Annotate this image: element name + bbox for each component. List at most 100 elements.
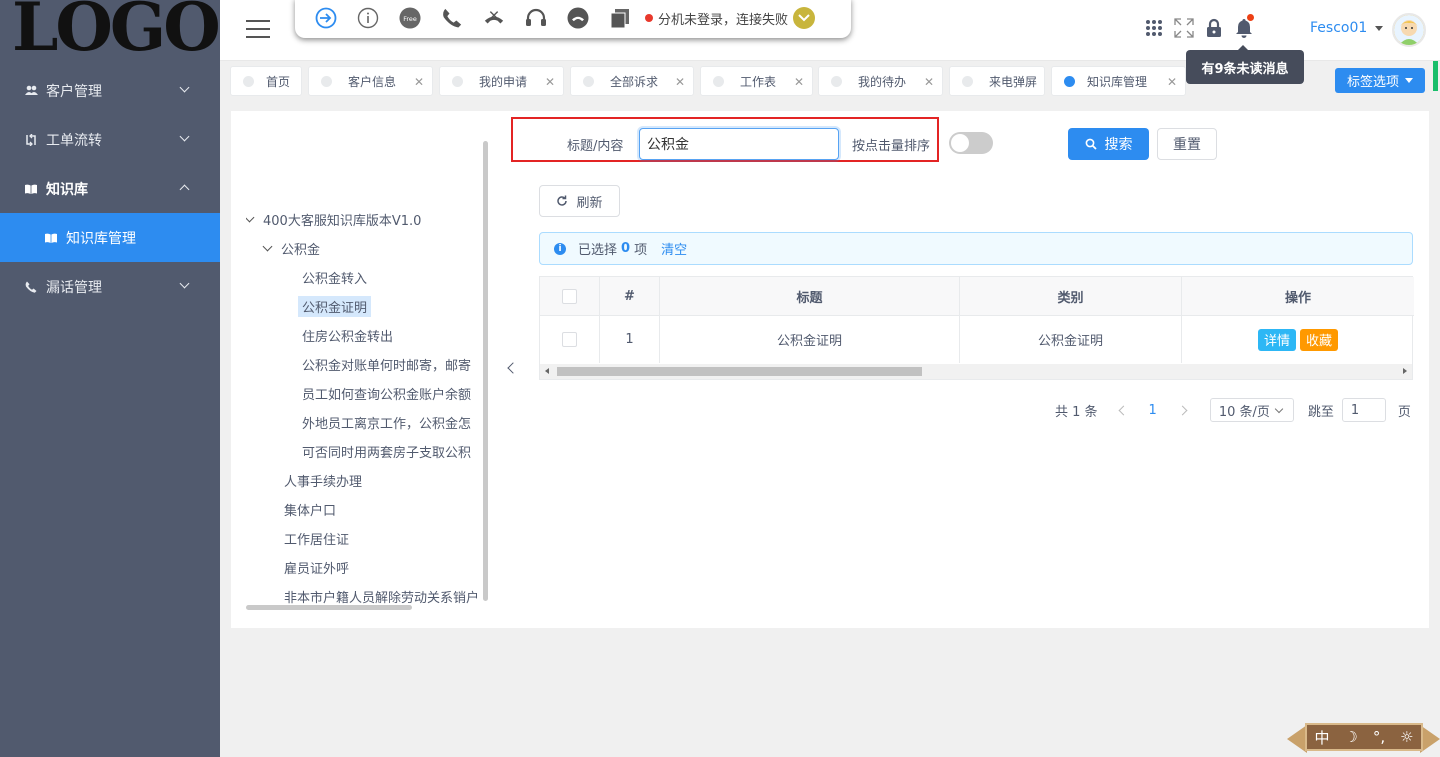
- headset-icon[interactable]: [525, 7, 547, 29]
- phone-icon[interactable]: [441, 7, 463, 29]
- login-icon[interactable]: [315, 7, 337, 29]
- tree-node-root[interactable]: 400大客服知识库版本V1.0: [246, 205, 486, 234]
- search-button[interactable]: 搜索: [1068, 128, 1149, 160]
- tree-vertical-scrollbar[interactable]: [483, 141, 488, 601]
- alert-prefix: 已选择: [578, 243, 618, 258]
- select-all-header: [540, 277, 600, 316]
- user-menu[interactable]: Fesco01: [1310, 20, 1384, 36]
- avatar[interactable]: [1392, 13, 1426, 47]
- alert-suffix: 项: [634, 243, 648, 258]
- next-page-icon[interactable]: [1177, 405, 1188, 415]
- scroll-right-icon[interactable]: [1403, 368, 1407, 374]
- search-input[interactable]: [639, 128, 839, 160]
- prev-page-icon[interactable]: [1118, 405, 1128, 415]
- chevron-down-icon[interactable]: [246, 212, 255, 223]
- tree-node[interactable]: 集体户口: [246, 495, 486, 524]
- tree-node-fund[interactable]: 公积金: [246, 234, 486, 263]
- tab-all-requests[interactable]: 全部诉求 ✕: [570, 66, 694, 96]
- tab-my-todo[interactable]: 我的待办 ✕: [818, 66, 943, 96]
- jump-label: 跳至: [1307, 404, 1334, 420]
- punctuation-icon[interactable]: °,: [1373, 728, 1385, 746]
- reset-button[interactable]: 重置: [1157, 128, 1217, 160]
- book-icon: [24, 182, 38, 196]
- close-icon[interactable]: ✕: [675, 75, 685, 89]
- scroll-left-icon[interactable]: [545, 368, 549, 374]
- tree-node[interactable]: 外地员工离京工作，公积金怎: [246, 408, 486, 437]
- table-horizontal-scrollbar[interactable]: [540, 364, 1412, 379]
- ime-chinese-icon[interactable]: 中: [1314, 727, 1329, 748]
- scroll-thumb[interactable]: [557, 367, 922, 376]
- apps-grid-icon[interactable]: [1144, 18, 1164, 38]
- chevron-up-icon: [179, 184, 190, 195]
- tab-customer-info[interactable]: 客户信息 ✕: [308, 66, 433, 96]
- tree-node-selected[interactable]: 公积金证明: [246, 292, 486, 321]
- tree-node[interactable]: 公积金转入: [246, 263, 486, 292]
- select-all-checkbox[interactable]: [562, 288, 577, 304]
- settings-icon[interactable]: ☼: [1400, 728, 1413, 746]
- tree-node-label: 集体户口: [284, 504, 337, 519]
- free-icon[interactable]: Free: [399, 7, 421, 29]
- hangup-icon[interactable]: [567, 7, 589, 29]
- tab-label: 全部诉求: [610, 74, 659, 89]
- chevron-down-icon[interactable]: [262, 241, 273, 252]
- copy-icon[interactable]: [609, 7, 631, 29]
- close-icon[interactable]: ✕: [414, 75, 424, 89]
- tree-node[interactable]: 公积金对账单何时邮寄，邮寄: [246, 350, 486, 379]
- sidebar-item-missed-calls[interactable]: 漏话管理: [0, 262, 220, 311]
- jump-input[interactable]: 1: [1341, 398, 1386, 422]
- sidebar-item-knowledge[interactable]: 知识库: [0, 164, 220, 213]
- menu-toggle-icon[interactable]: [246, 20, 270, 38]
- input-method-widget[interactable]: 中 ☽ °, ☼: [1287, 721, 1440, 757]
- tab-options-button[interactable]: 标签选项: [1335, 68, 1425, 93]
- status-indicator: [645, 14, 653, 22]
- clear-selection-link[interactable]: 清空: [661, 239, 687, 258]
- tab-dot-active: [1064, 75, 1075, 87]
- refresh-button[interactable]: 刷新: [539, 185, 620, 217]
- toggle-knob: [951, 134, 969, 152]
- chevron-down-icon: [179, 278, 190, 289]
- fullscreen-icon[interactable]: [1174, 18, 1194, 38]
- lock-icon[interactable]: [1204, 18, 1224, 38]
- tree-node[interactable]: 可否同时用两套房子支取公积: [246, 437, 486, 466]
- bell-icon[interactable]: [1234, 14, 1254, 38]
- tab-knowledge-manage[interactable]: 知识库管理 ✕: [1051, 66, 1186, 96]
- tree-node[interactable]: 工作居住证: [246, 524, 486, 553]
- close-icon[interactable]: ✕: [794, 75, 804, 89]
- info-icon[interactable]: [357, 7, 379, 29]
- tree-node[interactable]: 雇员证外呼: [246, 553, 486, 582]
- search-label: 标题/内容: [567, 139, 624, 154]
- sidebar-item-label: 工单流转: [46, 132, 102, 149]
- close-icon[interactable]: ✕: [924, 75, 934, 89]
- tree-node-label: 公积金转入: [302, 272, 368, 287]
- close-icon[interactable]: ✕: [1167, 75, 1177, 89]
- collapse-panel-icon[interactable]: [507, 362, 519, 374]
- tree-node[interactable]: 员工如何查询公积金账户余额: [246, 379, 486, 408]
- page-number[interactable]: 1: [1149, 403, 1157, 418]
- favorite-button[interactable]: 收藏: [1300, 328, 1339, 351]
- tab-incoming-call[interactable]: 来电弹屏: [949, 66, 1045, 96]
- detail-button[interactable]: 详情: [1257, 328, 1296, 351]
- row-checkbox[interactable]: [562, 332, 577, 347]
- row-actions: 详情 收藏: [1182, 316, 1414, 363]
- chevron-down-icon[interactable]: [793, 7, 816, 29]
- sidebar-item-workorder[interactable]: 工单流转: [0, 115, 220, 164]
- user-name: Fesco01: [1310, 20, 1368, 36]
- tab-my-applications[interactable]: 我的申请 ✕: [439, 66, 564, 96]
- page-size-select[interactable]: 10 条/页: [1209, 398, 1294, 422]
- tree-horizontal-scrollbar[interactable]: [246, 605, 412, 610]
- tab-label: 我的申请: [479, 74, 528, 89]
- tab-worksheet[interactable]: 工作表 ✕: [700, 66, 813, 96]
- transfer-call-icon[interactable]: [483, 7, 505, 29]
- tree-node[interactable]: 人事手续办理: [246, 466, 486, 495]
- tab-home[interactable]: 首页: [230, 66, 302, 96]
- moon-icon[interactable]: ☽: [1344, 728, 1357, 746]
- row-title: 公积金证明: [660, 316, 960, 363]
- phone-icon: [24, 280, 38, 294]
- tree-node[interactable]: 住房公积金转出: [246, 321, 486, 350]
- info-icon: i: [554, 242, 566, 255]
- sidebar-item-knowledge-manage[interactable]: 知识库管理: [0, 213, 220, 262]
- tree-node-label: 雇员证外呼: [284, 562, 350, 577]
- close-icon[interactable]: ✕: [545, 75, 555, 89]
- sidebar-item-customer[interactable]: 客户管理: [0, 66, 220, 115]
- sort-by-clicks-toggle[interactable]: [949, 132, 993, 154]
